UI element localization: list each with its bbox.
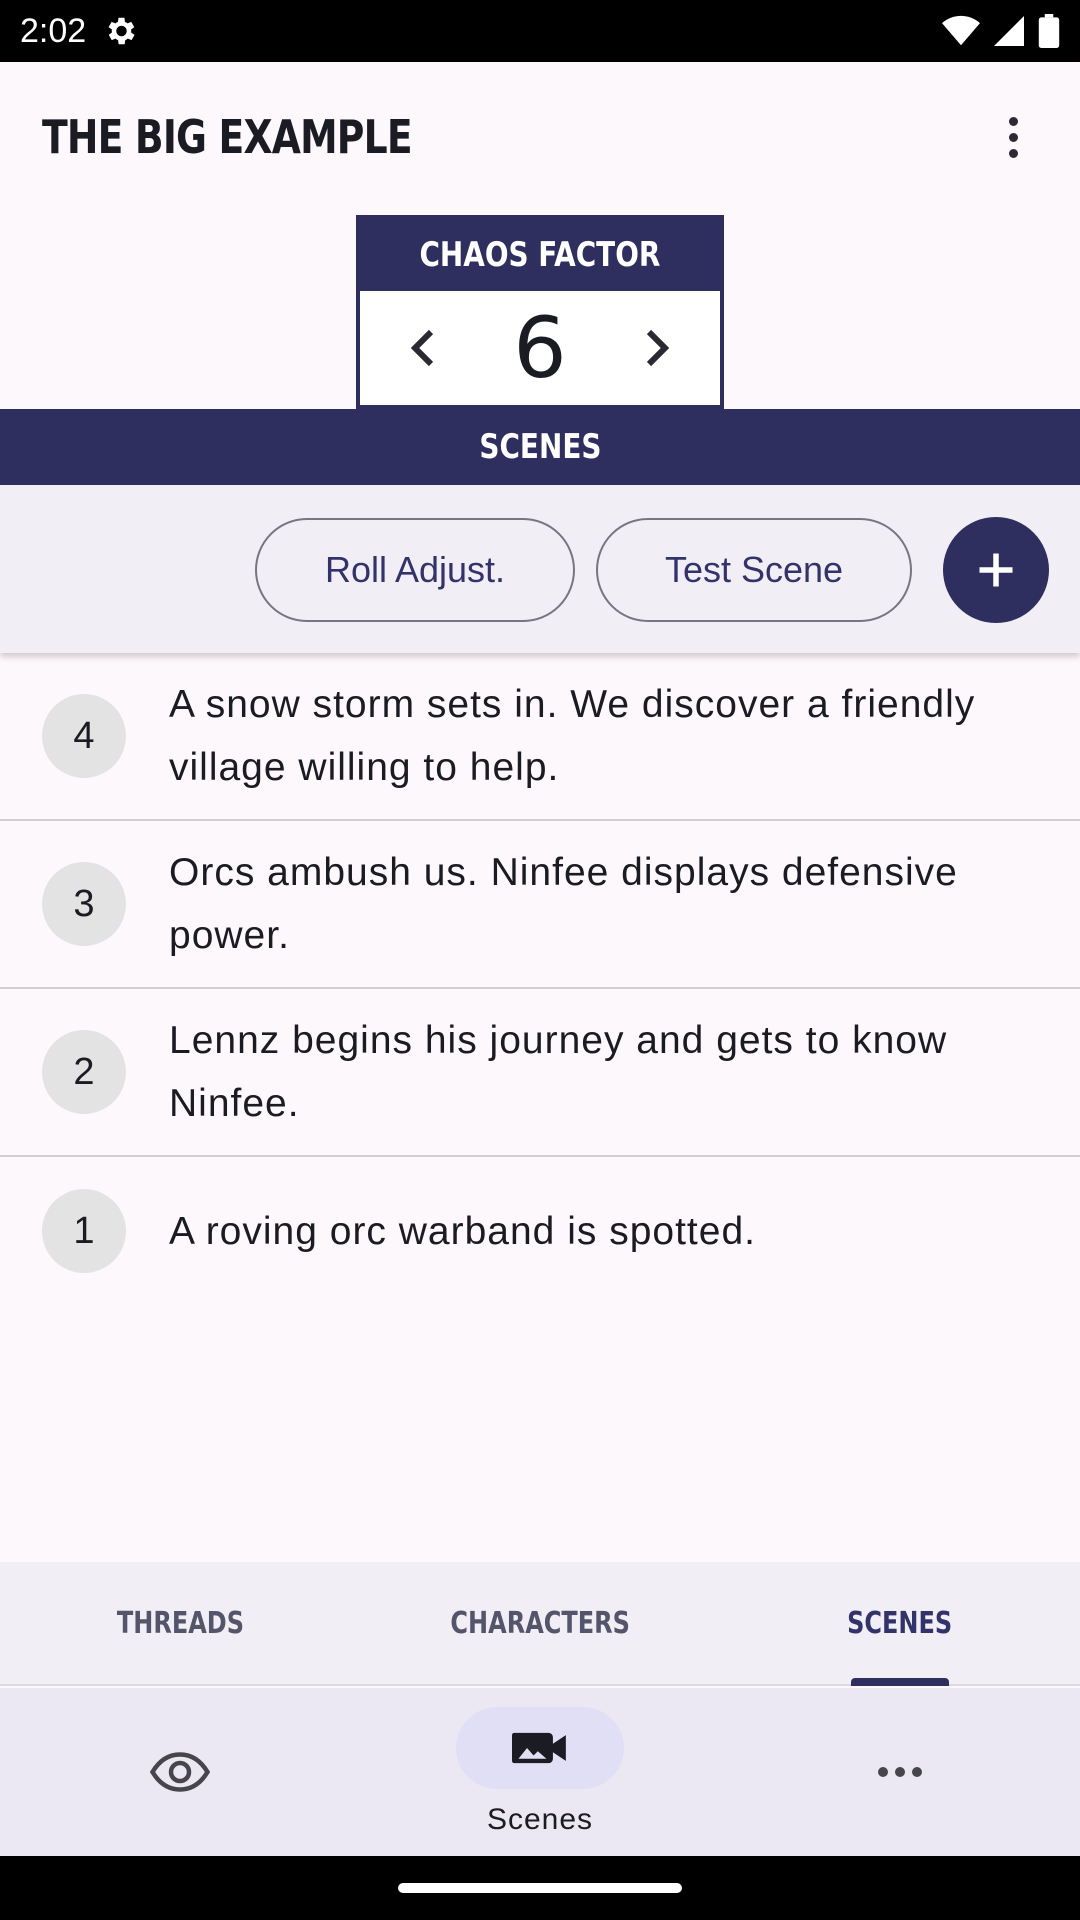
list-item[interactable]: 3 Orcs ambush us. Ninfee displays defens…	[0, 821, 1080, 989]
eye-icon	[150, 1752, 210, 1792]
test-scene-button[interactable]: Test Scene	[596, 518, 912, 622]
scene-description: Lennz begins his journey and gets to kno…	[169, 1019, 948, 1125]
chaos-factor-card: CHAOS FACTOR 6	[356, 215, 724, 409]
gesture-bar	[0, 1856, 1080, 1920]
section-title: SCENES	[478, 427, 602, 467]
more-vert-icon[interactable]	[986, 110, 1040, 164]
more-horiz-icon	[878, 1767, 922, 1777]
battery-icon	[1038, 14, 1060, 48]
section-header: SCENES	[0, 409, 1080, 485]
tab-scenes[interactable]: SCENES	[720, 1562, 1080, 1686]
chaos-factor-stepper: 6	[360, 291, 720, 405]
scene-number-badge: 2	[42, 1030, 126, 1114]
app-bar: THE BIG EXAMPLE	[0, 62, 1080, 212]
nav-item-more[interactable]	[720, 1688, 1080, 1856]
add-scene-button[interactable]	[943, 517, 1049, 623]
scene-number-badge: 1	[42, 1189, 126, 1273]
scene-number-badge: 4	[42, 694, 126, 778]
nav-item-scenes[interactable]: Scenes	[360, 1688, 720, 1856]
status-time: 2:02	[20, 11, 87, 50]
video-camera-icon	[512, 1732, 566, 1764]
status-bar: 2:02	[0, 0, 1080, 62]
settings-gear-icon	[108, 17, 135, 45]
scene-number-badge: 3	[42, 862, 126, 946]
scene-description: Orcs ambush us. Ninfee displays defensiv…	[169, 851, 958, 957]
scene-actions: Roll Adjust. Test Scene	[0, 485, 1080, 653]
roll-adjust-button[interactable]: Roll Adjust.	[255, 518, 575, 622]
scene-list: 4 A snow storm sets in. We discover a fr…	[0, 653, 1080, 1305]
nav-label-scenes: Scenes	[486, 1803, 594, 1836]
cell-signal-icon	[994, 16, 1024, 46]
chaos-factor-label: CHAOS FACTOR	[360, 219, 720, 291]
chaos-factor-value: 6	[513, 299, 567, 397]
nav-item-view[interactable]	[0, 1688, 360, 1856]
tab-threads[interactable]: THREADS	[0, 1562, 360, 1684]
chevron-right-icon[interactable]	[636, 326, 680, 370]
tab-bar: THREADS CHARACTERS SCENES	[0, 1562, 1080, 1686]
scene-description: A roving orc warband is spotted.	[169, 1209, 756, 1253]
list-item[interactable]: 4 A snow storm sets in. We discover a fr…	[0, 653, 1080, 821]
chevron-left-icon[interactable]	[400, 326, 444, 370]
home-gesture-handle[interactable]	[398, 1883, 682, 1893]
tab-characters[interactable]: CHARACTERS	[360, 1562, 720, 1684]
bottom-navigation: Scenes	[0, 1688, 1080, 1856]
list-item[interactable]: 2 Lennz begins his journey and gets to k…	[0, 989, 1080, 1157]
page-title: THE BIG EXAMPLE	[42, 110, 413, 164]
scene-description: A snow storm sets in. We discover a frie…	[169, 683, 976, 789]
tab-indicator	[851, 1678, 949, 1686]
wifi-icon	[942, 15, 980, 46]
list-item[interactable]: 1 A roving orc warband is spotted.	[0, 1157, 1080, 1305]
plus-icon	[979, 553, 1013, 587]
